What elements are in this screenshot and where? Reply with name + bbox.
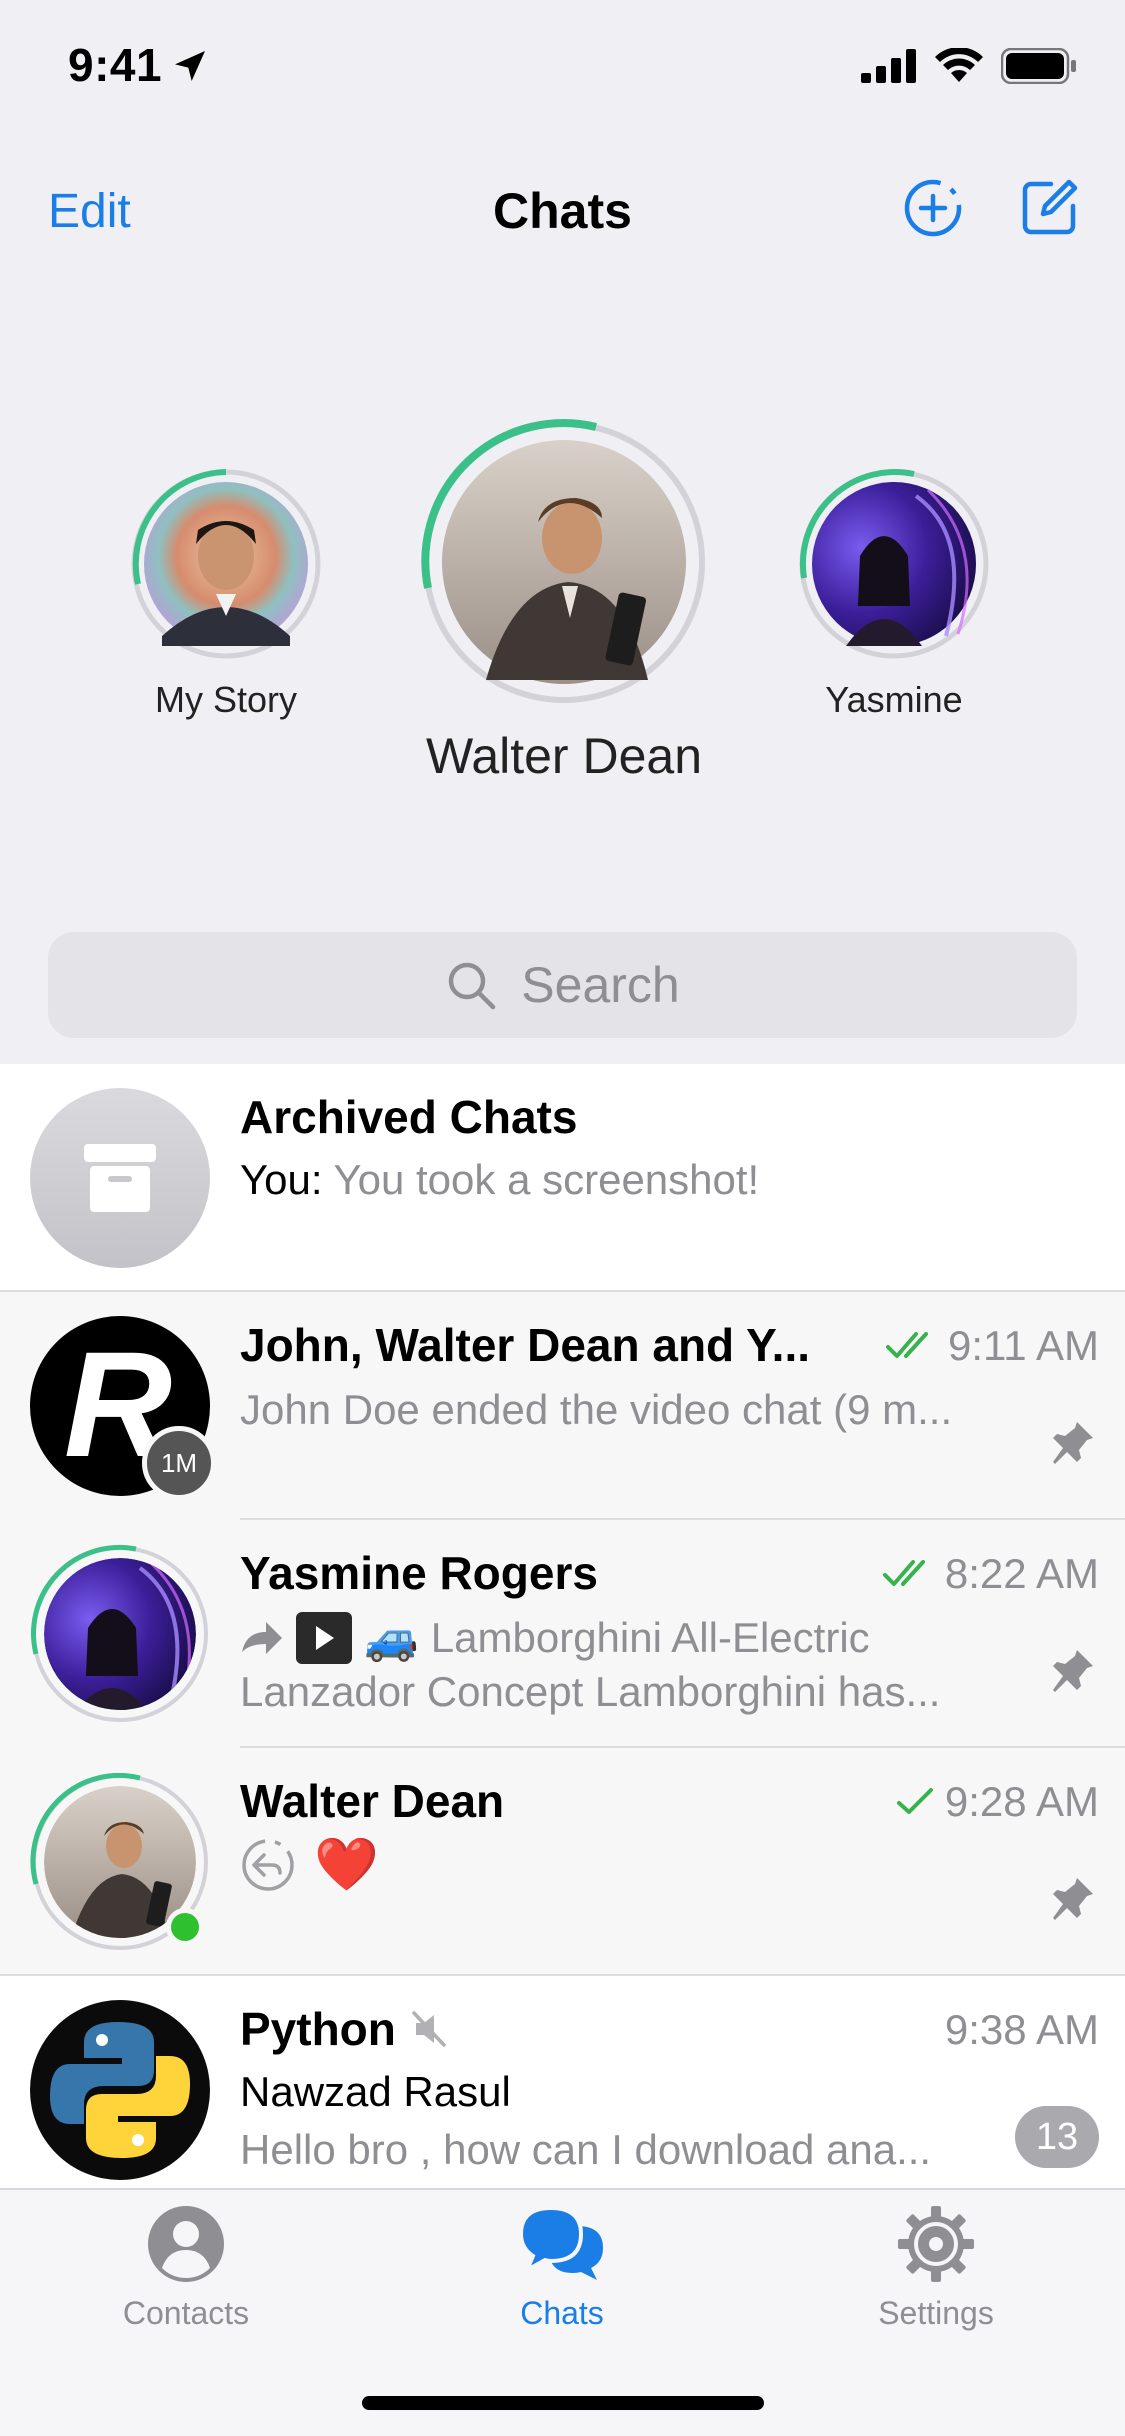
story-ring — [799, 469, 989, 659]
search-placeholder: Search — [521, 957, 680, 1013]
chat-bubbles-icon — [518, 2205, 603, 2280]
tab-label: Settings — [878, 2295, 994, 2331]
chat-title: Yasmine Rogers — [240, 1547, 598, 1599]
pin-icon — [1051, 1648, 1095, 1701]
story-yasmine[interactable]: Yasmine — [796, 466, 992, 721]
add-circle-dashed-icon — [904, 179, 962, 237]
story-label: My Story — [154, 679, 297, 720]
tab-label: Contacts — [122, 2295, 250, 2331]
battery-icon — [1001, 48, 1076, 84]
status-time: 9:41 — [68, 39, 163, 91]
story-walter-dean[interactable]: Walter Dean — [416, 418, 712, 785]
tab-contacts[interactable]: Contacts — [76, 2204, 296, 2332]
video-thumbnail-icon — [296, 1612, 352, 1664]
double-check-icon — [886, 1332, 929, 1358]
chat-row-archived[interactable]: Archived Chats You: You took a screensho… — [0, 1064, 1125, 1292]
story-label: Walter Dean — [425, 728, 703, 784]
chat-preview: Lamborghini All-Electric — [430, 1614, 870, 1661]
reply-dashed-circle-icon — [242, 1838, 294, 1891]
chat-row-group[interactable]: R 1M John, Walter Dean and Y... 9:11 AM … — [0, 1292, 1125, 1520]
chat-time: 8:22 AM — [944, 1550, 1099, 1597]
double-check-icon — [882, 1560, 925, 1586]
archive-avatar — [30, 1088, 210, 1268]
tab-settings[interactable]: Settings — [826, 2204, 1046, 2332]
compose-button[interactable] — [1017, 176, 1081, 245]
add-story-button[interactable] — [901, 176, 965, 245]
tab-label: Chats — [520, 2295, 604, 2331]
story-my-story[interactable]: My Story — [128, 466, 324, 721]
story-ring — [131, 469, 321, 659]
chat-title: Python — [240, 2003, 396, 2055]
tab-chats[interactable]: Chats — [452, 2204, 672, 2332]
chat-time: 9:28 AM — [944, 1778, 1099, 1825]
chat-time: 9:38 AM — [944, 2006, 1099, 2053]
chat-row-walter-dean[interactable]: Walter Dean 9:28 AM ❤️ — [0, 1748, 1125, 1976]
chat-preview-line2: Lanzador Concept Lamborghini has... — [240, 1668, 941, 1715]
walter-avatar — [30, 1772, 210, 1952]
chat-sender: Nawzad Rasul — [240, 2068, 511, 2115]
location-arrow-icon — [170, 46, 210, 91]
story-label: Yasmine — [825, 679, 963, 720]
chat-sender-prefix: You: — [240, 1156, 323, 1203]
search-icon — [449, 962, 496, 1010]
chat-title: Archived Chats — [240, 1091, 578, 1143]
chat-preview: You took a screenshot! — [333, 1156, 760, 1203]
chat-list: Archived Chats You: You took a screensho… — [0, 1064, 1125, 2204]
yasmine-avatar — [30, 1544, 210, 1724]
compose-icon — [1022, 179, 1078, 235]
person-circle-icon — [148, 2206, 224, 2282]
chat-row-yasmine-rogers[interactable]: Yasmine Rogers 8:22 AM 🚙 Lamborghini All… — [0, 1520, 1125, 1748]
gear-icon — [898, 2206, 974, 2282]
heart-emoji: ❤️ — [314, 1836, 379, 1894]
car-emoji: 🚙 — [364, 1614, 419, 1663]
auto-delete-timer-badge: 1M — [142, 1426, 216, 1500]
pin-icon — [1051, 1876, 1095, 1929]
cellular-signal-icon — [861, 49, 916, 83]
single-check-icon — [896, 1788, 933, 1814]
chat-row-python[interactable]: Python 9:38 AM Nawzad Rasul Hello bro , … — [0, 1976, 1125, 2204]
pin-icon — [1051, 1420, 1095, 1473]
archive-box-icon — [84, 1144, 156, 1212]
python-logo-icon — [50, 2022, 190, 2158]
online-indicator — [166, 1908, 204, 1946]
muted-speaker-icon — [412, 2011, 446, 2047]
chat-preview: Hello bro , how can I download ana... — [240, 2126, 932, 2173]
search-input[interactable]: Search — [48, 932, 1077, 1038]
chat-time: 9:11 AM — [948, 1322, 1099, 1369]
status-icons — [861, 48, 1077, 84]
unread-count-badge: 13 — [1015, 2106, 1099, 2168]
wifi-icon — [935, 48, 983, 82]
forward-arrow-icon — [242, 1622, 282, 1654]
group-avatar: R 1M — [30, 1316, 216, 1500]
chat-title: Walter Dean — [240, 1775, 505, 1827]
chat-preview: John Doe ended the video chat (9 m... — [240, 1386, 953, 1433]
python-avatar — [30, 2000, 210, 2180]
home-indicator — [362, 2396, 764, 2410]
chat-title: John, Walter Dean and Y... — [240, 1319, 811, 1371]
story-ring — [421, 419, 705, 703]
